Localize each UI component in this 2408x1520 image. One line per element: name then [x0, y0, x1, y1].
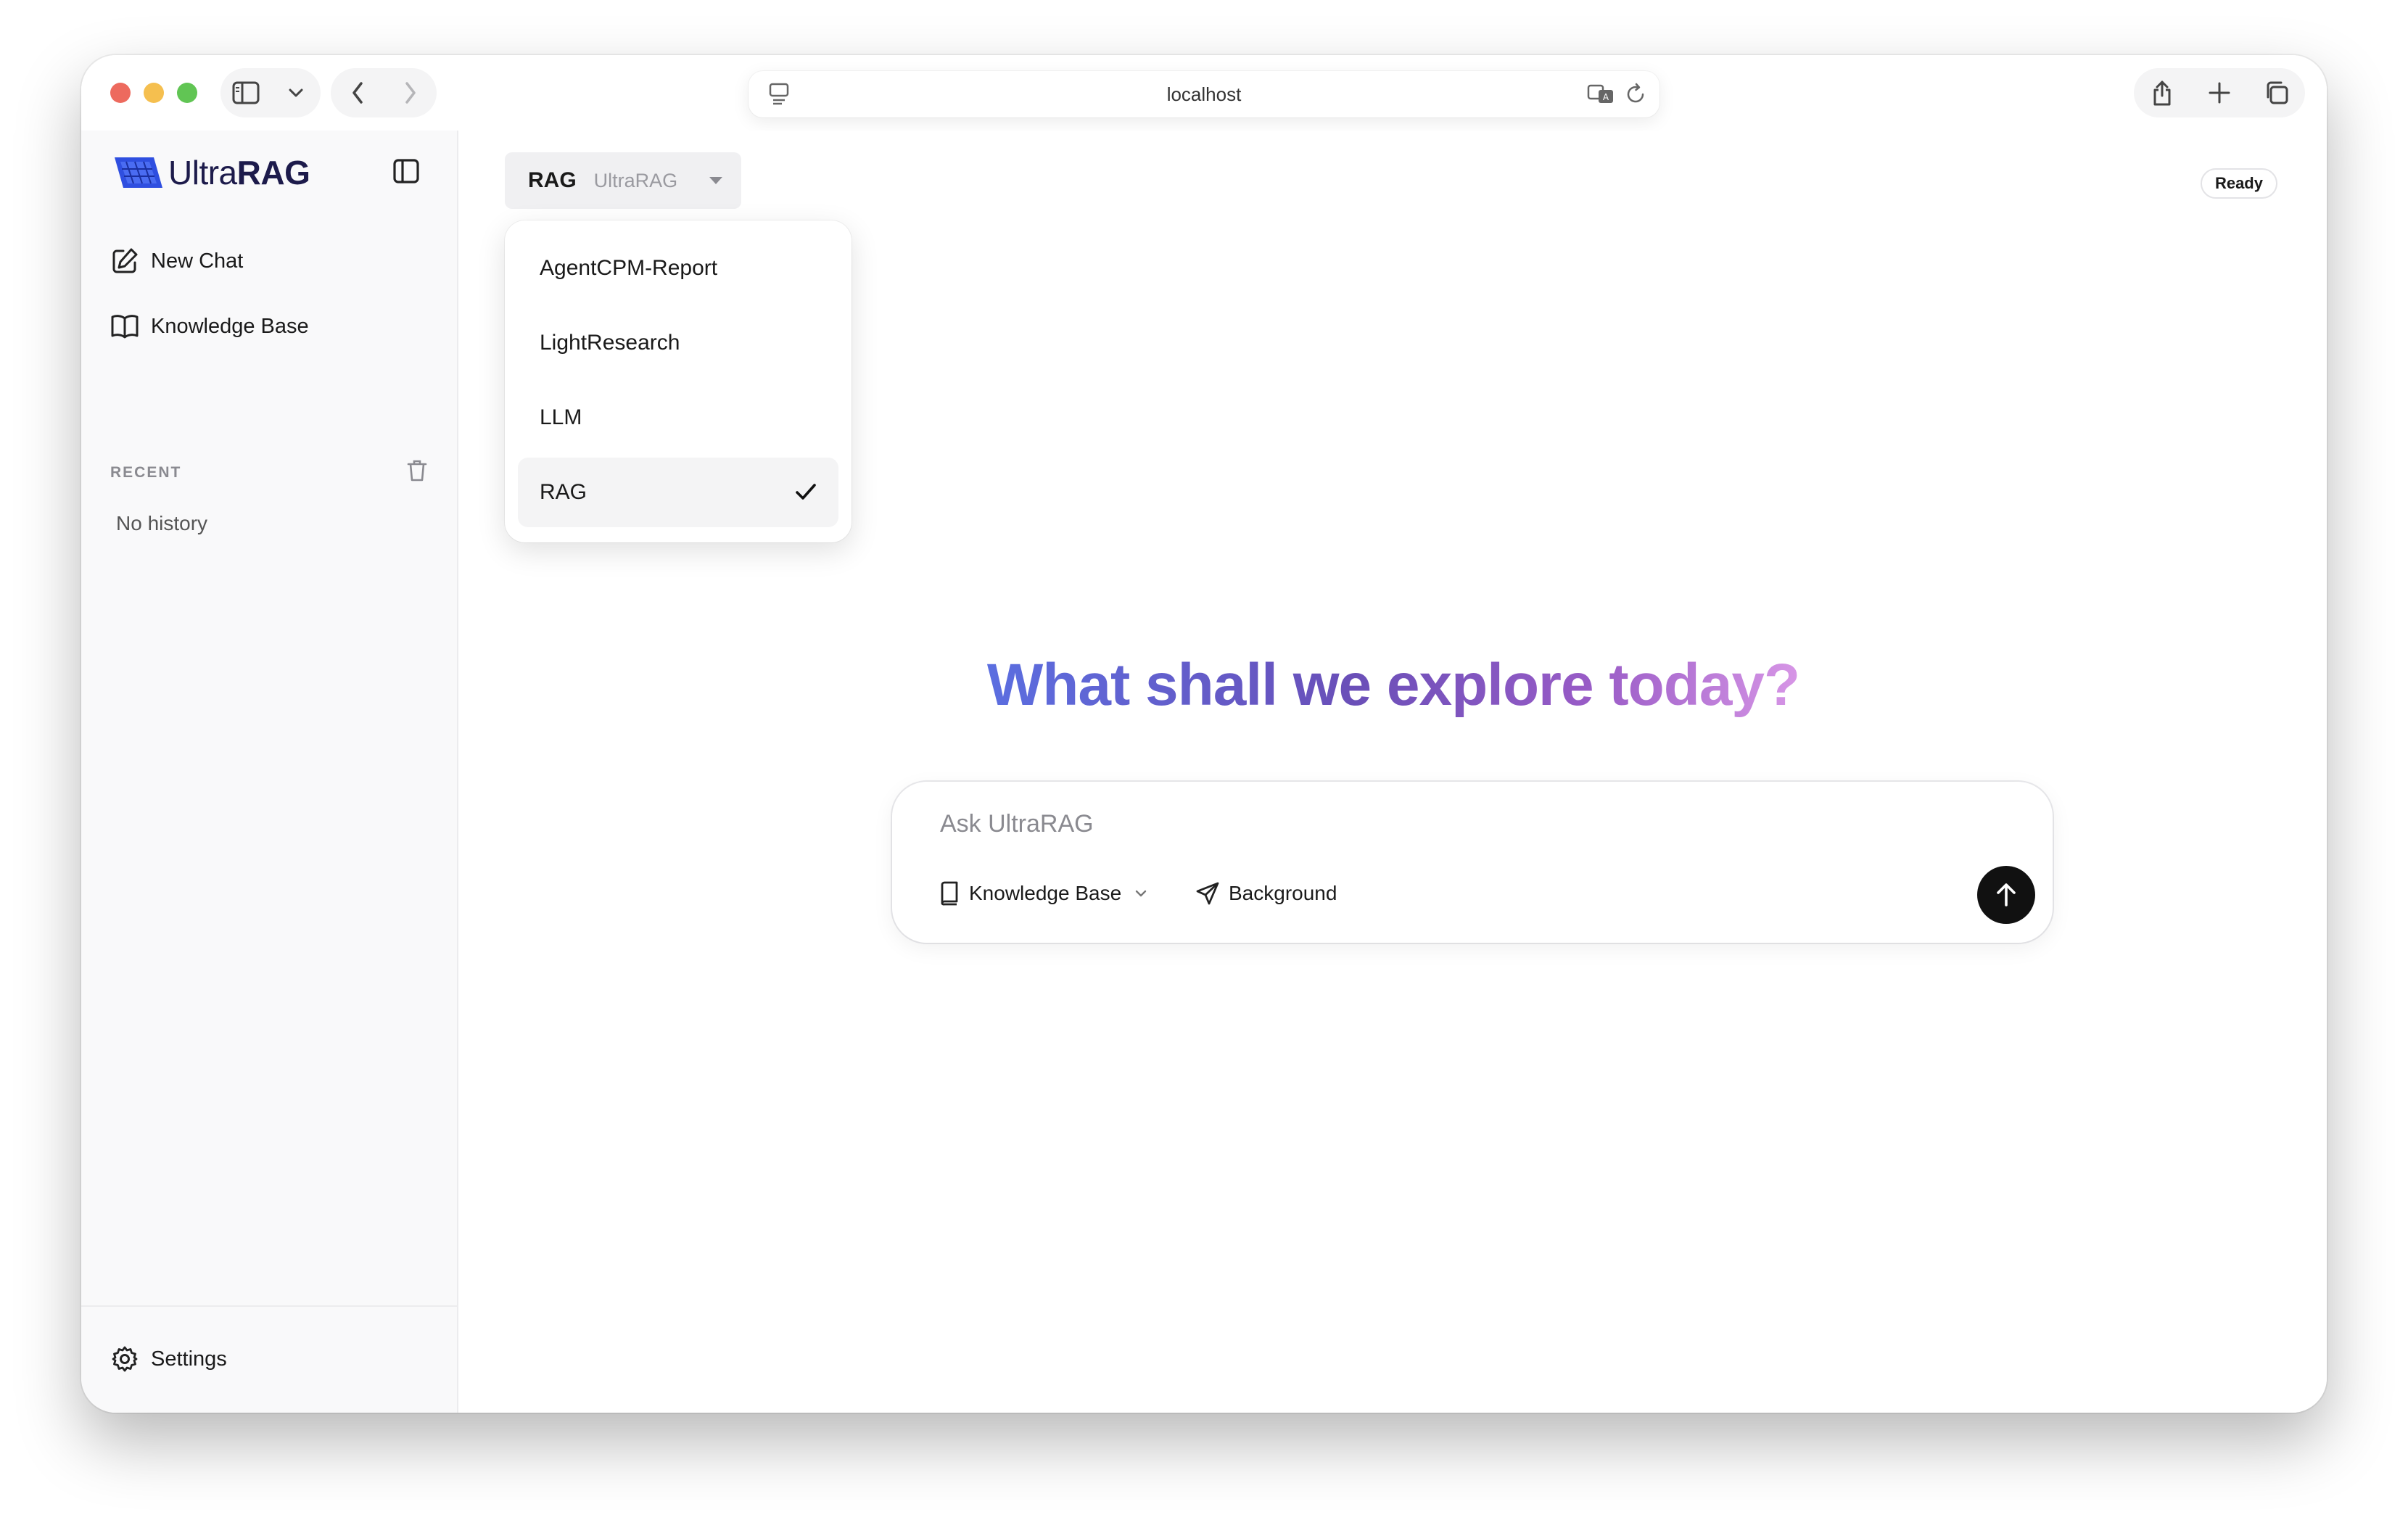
chevron-down-icon: [1135, 890, 1147, 897]
back-arrow-icon[interactable]: [343, 78, 372, 107]
send-button[interactable]: [1977, 866, 2035, 924]
ultrarag-logo-icon: [115, 157, 162, 188]
chat-input[interactable]: [940, 802, 1955, 846]
sidebar-toggle-group: [220, 68, 321, 117]
book-icon: [941, 881, 958, 906]
zoom-window-button[interactable]: [177, 83, 197, 103]
share-icon[interactable]: [2148, 78, 2177, 107]
model-option-label: LightResearch: [540, 331, 680, 355]
translate-icon[interactable]: A: [1587, 81, 1616, 111]
model-dropdown-menu: AgentCPM-Report LightResearch LLM RAG: [505, 220, 852, 542]
knowledge-base-selector[interactable]: Knowledge Base: [939, 872, 1147, 915]
model-option-label: AgentCPM-Report: [540, 256, 718, 280]
chat-composer: Knowledge Base Background: [892, 782, 2053, 943]
paper-plane-icon: [1196, 882, 1219, 905]
model-option-label: RAG: [540, 480, 587, 504]
knowledge-base-label: Knowledge Base: [151, 314, 309, 338]
app-logo[interactable]: UltraRAG: [113, 151, 310, 194]
close-window-button[interactable]: [110, 83, 131, 103]
chevron-down-icon[interactable]: [281, 78, 310, 107]
sidebar-icon[interactable]: [231, 78, 260, 107]
app-sidebar: UltraRAG New Chat Knowledge Base RECENT …: [81, 131, 458, 1413]
settings-label: Settings: [151, 1347, 227, 1371]
sidebar-panel-icon: [393, 159, 419, 183]
edit-pencil-icon: [107, 244, 142, 278]
open-book-icon: [107, 309, 142, 344]
browser-window: localhost A UltraRAG New Chat Knowledge …: [81, 55, 2327, 1413]
selected-model-name: RAG: [528, 168, 577, 192]
navigation-group: [331, 68, 437, 117]
forward-arrow-icon[interactable]: [396, 78, 425, 107]
address-bar[interactable]: localhost A: [749, 71, 1659, 117]
knowledge-base-nav-item[interactable]: Knowledge Base: [107, 300, 426, 352]
trash-icon[interactable]: [406, 458, 428, 487]
new-tab-plus-icon[interactable]: [2205, 78, 2234, 107]
new-chat-label: New Chat: [151, 249, 244, 273]
recent-section-label: RECENT: [110, 464, 182, 481]
reload-icon[interactable]: [1623, 81, 1648, 111]
sidebar-footer: Settings: [81, 1305, 457, 1413]
url-text: localhost: [1166, 83, 1242, 105]
empty-history-text: No history: [116, 512, 208, 534]
main-content: RAG UltraRAG Ready AgentCPM-Report Light…: [460, 131, 2327, 1413]
knowledge-base-chip-label: Knowledge Base: [969, 882, 1122, 904]
new-chat-button[interactable]: New Chat: [107, 235, 426, 287]
settings-button[interactable]: Settings: [107, 1333, 426, 1385]
minimize-window-button[interactable]: [144, 83, 164, 103]
caret-down-icon: [709, 177, 722, 184]
model-option-agentcpm-report[interactable]: AgentCPM-Report: [518, 234, 838, 303]
status-badge: Ready: [2200, 168, 2277, 199]
checkmark-icon: [795, 482, 817, 507]
welcome-headline: What shall we explore today?: [986, 652, 1800, 718]
background-toggle[interactable]: Background: [1195, 872, 1337, 915]
model-option-rag[interactable]: RAG: [518, 458, 838, 527]
model-option-llm[interactable]: LLM: [518, 383, 838, 453]
collapse-sidebar-button[interactable]: [392, 157, 421, 189]
browser-toolbar: localhost A: [81, 55, 2327, 131]
model-option-lightresearch[interactable]: LightResearch: [518, 308, 838, 378]
app-name: UltraRAG: [168, 154, 310, 191]
selected-model-provider: UltraRAG: [593, 169, 678, 191]
gear-icon: [107, 1342, 142, 1376]
model-selector[interactable]: RAG UltraRAG: [505, 152, 741, 209]
arrow-up-icon: [1997, 883, 2016, 906]
tab-overview-icon[interactable]: [2262, 78, 2291, 107]
model-option-label: LLM: [540, 405, 582, 429]
background-chip-label: Background: [1229, 882, 1337, 904]
browser-actions-group: [2134, 68, 2305, 117]
svg-text:A: A: [1603, 92, 1609, 102]
